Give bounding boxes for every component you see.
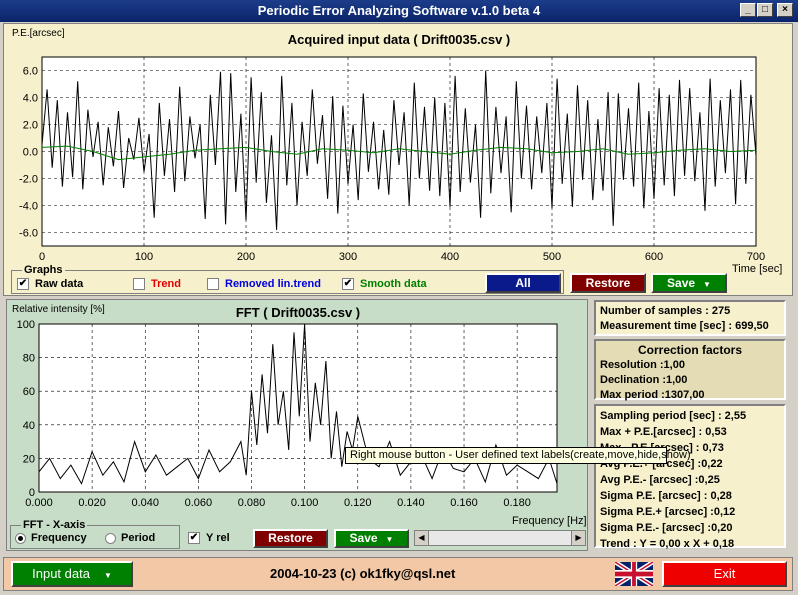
window-title: Periodic Error Analyzing Software v.1.0 …	[257, 3, 541, 18]
input-data-label: Input data	[32, 566, 90, 581]
samples-panel: Number of samples : 275 Measurement time…	[594, 300, 786, 336]
y-tick-label: 20	[23, 453, 35, 465]
x-tick-label: 0.180	[503, 497, 531, 509]
yrel-checkbox[interactable]: ✔ Y rel	[188, 532, 230, 544]
x-tick-label: 0.080	[238, 497, 266, 509]
yrel-check-icon: ✔	[188, 532, 200, 544]
fft-xaxis-label: FFT - X-axis	[21, 519, 88, 531]
sampling-period: Sampling period [sec] : 2,55	[600, 410, 747, 422]
x-tick-label: 0.160	[450, 497, 478, 509]
yrel-label: Y rel	[206, 532, 230, 544]
minimize-button[interactable]: _	[740, 3, 756, 17]
fft-restore-button[interactable]: Restore	[253, 529, 328, 548]
x-tick-label: 400	[441, 251, 459, 263]
y-tick-label: 40	[23, 420, 35, 432]
raw-data-check-icon: ✔	[17, 278, 29, 290]
exit-button[interactable]: Exit	[662, 561, 787, 587]
y-tick-label: -2.0	[19, 174, 38, 186]
y-tick-label: 4.0	[23, 93, 38, 105]
smooth-data-checkbox[interactable]: ✔ Smooth data	[342, 278, 427, 290]
frequency-label: Frequency	[31, 532, 87, 544]
footer-text: 2004-10-23 (c) ok1fky@qsl.net	[270, 566, 456, 581]
x-tick-label: 600	[645, 251, 663, 263]
frequency-radio-icon	[15, 532, 26, 544]
plot-area	[38, 323, 558, 493]
save-button[interactable]: Save ▼	[651, 273, 727, 293]
measurement-time: Measurement time [sec] : 699,50	[600, 320, 769, 332]
y-tick-label: 0	[29, 487, 35, 499]
x-tick-label: 100	[135, 251, 153, 263]
scroll-right-icon[interactable]: ▶	[571, 531, 585, 545]
close-button[interactable]: ×	[777, 3, 793, 17]
period-label: Period	[121, 532, 156, 544]
avg-minus-pe: Avg P.E.- [arcsec] :0,25	[600, 474, 720, 486]
trend-equation: Trend : Y = 0,00 x X + 0,18	[600, 538, 735, 550]
trend-checkbox[interactable]: Trend	[133, 278, 181, 290]
sigma-plus-pe: Sigma P.E.+ [arcsec] :0,12	[600, 506, 736, 518]
smooth-data-check-icon: ✔	[342, 278, 354, 290]
all-button[interactable]: All	[485, 273, 561, 293]
raw-data-label: Raw data	[35, 278, 84, 290]
x-tick-label: 200	[237, 251, 255, 263]
period-radio[interactable]: Period	[105, 532, 155, 544]
correction-factors-title: Correction factors	[637, 343, 743, 357]
removed-trend-label: Removed lin.trend	[225, 278, 321, 290]
declination: Declination :1,00	[600, 374, 688, 386]
scroll-left-icon[interactable]: ◀	[415, 531, 429, 545]
tooltip: Right mouse button - User defined text l…	[345, 447, 691, 464]
fft-save-button[interactable]: Save ▼	[334, 529, 409, 548]
fft-chart[interactable]: 0.000 0.020 0.040 0.060 0.080 0.100 0.120 0.140…	[7, 300, 589, 522]
dropdown-arrow-icon: ▼	[103, 571, 112, 580]
statistics-panel: Sampling period [sec] : 2,55 Max + P.E.[…	[594, 404, 786, 550]
x-tick-label: 0.040	[131, 497, 159, 509]
correction-factors-panel: Correction factors Resolution :1,00 Decl…	[594, 339, 786, 401]
removed-trend-box	[207, 278, 219, 290]
dropdown-arrow-icon: ▼	[703, 280, 711, 289]
x-tick-label: 0.140	[397, 497, 425, 509]
y-tick-label: -4.0	[19, 201, 38, 213]
bottom-bar: Input data ▼ 2004-10-23 (c) ok1fky@qsl.ne…	[3, 557, 793, 591]
sigma-pe: Sigma P.E. [arcsec] : 0,28	[600, 490, 732, 502]
graphs-group-label: Graphs	[22, 264, 65, 276]
input-data-button[interactable]: Input data ▼	[11, 561, 133, 587]
input-data-panel: P.E.[arcsec] Acquired input data ( Drift…	[3, 23, 793, 296]
x-tick-label: 0.120	[344, 497, 372, 509]
y-tick-label: 0.0	[23, 147, 38, 159]
y-tick-label: 80	[23, 353, 35, 365]
fft-save-label: Save	[349, 531, 378, 545]
max-plus-pe: Max + P.E.[arcsec] : 0,53	[600, 426, 727, 438]
y-tick-label: 60	[23, 386, 35, 398]
fft-scrollbar[interactable]: ◀ ▶	[414, 530, 586, 546]
y-tick-label: -6.0	[19, 228, 38, 240]
fft-panel: Relative intensity [%] FFT ( Drift0035.c…	[6, 299, 588, 551]
restore-button[interactable]: Restore	[570, 273, 646, 293]
smooth-data-label: Smooth data	[360, 278, 427, 290]
y-tick-label: 2.0	[23, 120, 38, 132]
x-tick-label: 0.020	[78, 497, 106, 509]
samples-count: Number of samples : 275	[600, 305, 731, 317]
x-tick-label: 300	[339, 251, 357, 263]
save-label: Save	[667, 276, 696, 290]
y-tick-label: 6.0	[23, 66, 38, 78]
period-radio-icon	[105, 532, 116, 544]
y-tick-label: 100	[17, 319, 35, 331]
trend-box	[133, 278, 145, 290]
x-tick-label: 0.100	[291, 497, 319, 509]
uk-flag-icon[interactable]	[615, 562, 653, 586]
removed-trend-checkbox[interactable]: Removed lin.trend	[207, 278, 321, 290]
raw-data-checkbox[interactable]: ✔ Raw data	[17, 278, 83, 290]
max-period: Max period :1307,00	[600, 389, 705, 401]
maximize-button[interactable]: □	[757, 3, 773, 17]
sigma-minus-pe: Sigma P.E.- [arcsec] :0,20	[600, 522, 733, 534]
frequency-radio[interactable]: Frequency	[15, 532, 87, 544]
x-tick-label: 500	[543, 251, 561, 263]
input-data-chart[interactable]: 0 100 200 300 400 500 600 700 6.0 4.0 2.0 0.0 -2.0 -4…	[4, 24, 794, 269]
x-tick-label: 0.060	[185, 497, 213, 509]
resolution: Resolution :1,00	[600, 359, 685, 371]
trend-label: Trend	[151, 278, 181, 290]
x-tick-label: 700	[747, 251, 765, 263]
dropdown-arrow-icon: ▼	[385, 535, 394, 544]
x-tick-label: 0	[39, 251, 45, 263]
title-bar: Periodic Error Analyzing Software v.1.0 …	[0, 0, 798, 22]
